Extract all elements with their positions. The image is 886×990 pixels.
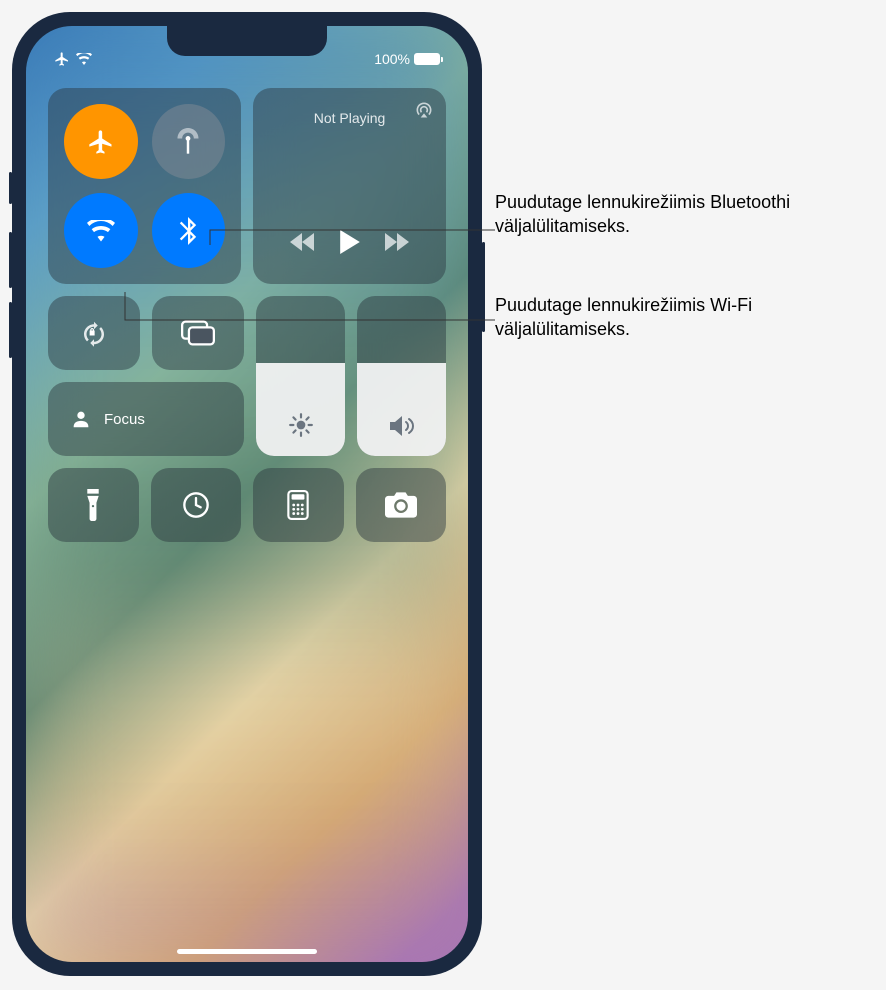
volume-fill (357, 363, 446, 456)
focus-person-icon (70, 408, 92, 430)
rotation-lock-icon (79, 318, 109, 348)
airplay-icon (414, 100, 434, 120)
next-track-icon[interactable] (385, 233, 409, 251)
home-indicator[interactable] (177, 949, 317, 954)
volume-down-button (9, 302, 12, 358)
camera-icon (385, 492, 417, 518)
sun-icon (288, 412, 314, 438)
notch (167, 26, 327, 56)
calculator-button[interactable] (253, 468, 344, 542)
connectivity-group[interactable] (48, 88, 241, 284)
timer-icon (182, 491, 210, 519)
battery-icon (414, 53, 440, 65)
callout-wifi: Puudutage lennukirežiimis Wi-Fi väljalül… (495, 293, 875, 342)
bluetooth-icon (179, 217, 197, 245)
screen-mirroring-icon (181, 320, 215, 346)
volume-up-button (9, 232, 12, 288)
screen: 100% (26, 26, 468, 962)
brightness-fill (256, 363, 345, 456)
focus-button[interactable]: Focus (48, 382, 244, 456)
play-icon[interactable] (340, 230, 360, 254)
power-button (482, 242, 485, 332)
callout-bluetooth: Puudutage lennukirežiimis Bluetoothi väl… (495, 190, 875, 239)
airplane-icon (87, 128, 115, 156)
screen-mirroring-button[interactable] (152, 296, 244, 370)
media-controls[interactable]: Not Playing (253, 88, 446, 284)
battery-percent: 100% (374, 51, 410, 67)
flashlight-button[interactable] (48, 468, 139, 542)
now-playing-label: Not Playing (314, 110, 386, 126)
wifi-icon (87, 220, 115, 242)
flashlight-icon (85, 489, 101, 521)
camera-button[interactable] (356, 468, 447, 542)
cellular-antenna-icon (174, 128, 202, 156)
bluetooth-button[interactable] (152, 193, 226, 268)
airplane-icon (54, 51, 70, 67)
iphone-frame: 100% (12, 12, 482, 976)
cellular-data-button[interactable] (152, 104, 226, 179)
wifi-button[interactable] (64, 193, 138, 268)
mute-switch (9, 172, 12, 204)
callouts: Puudutage lennukirežiimis Bluetoothi väl… (495, 190, 875, 395)
focus-label: Focus (104, 411, 145, 428)
prev-track-icon[interactable] (290, 233, 314, 251)
calculator-icon (287, 490, 309, 520)
timer-button[interactable] (151, 468, 242, 542)
rotation-lock-button[interactable] (48, 296, 140, 370)
airplay-button[interactable] (414, 100, 434, 120)
airplane-mode-button[interactable] (64, 104, 138, 179)
speaker-icon (388, 414, 416, 438)
volume-slider[interactable] (357, 296, 446, 456)
wifi-icon (76, 53, 92, 65)
brightness-slider[interactable] (256, 296, 345, 456)
